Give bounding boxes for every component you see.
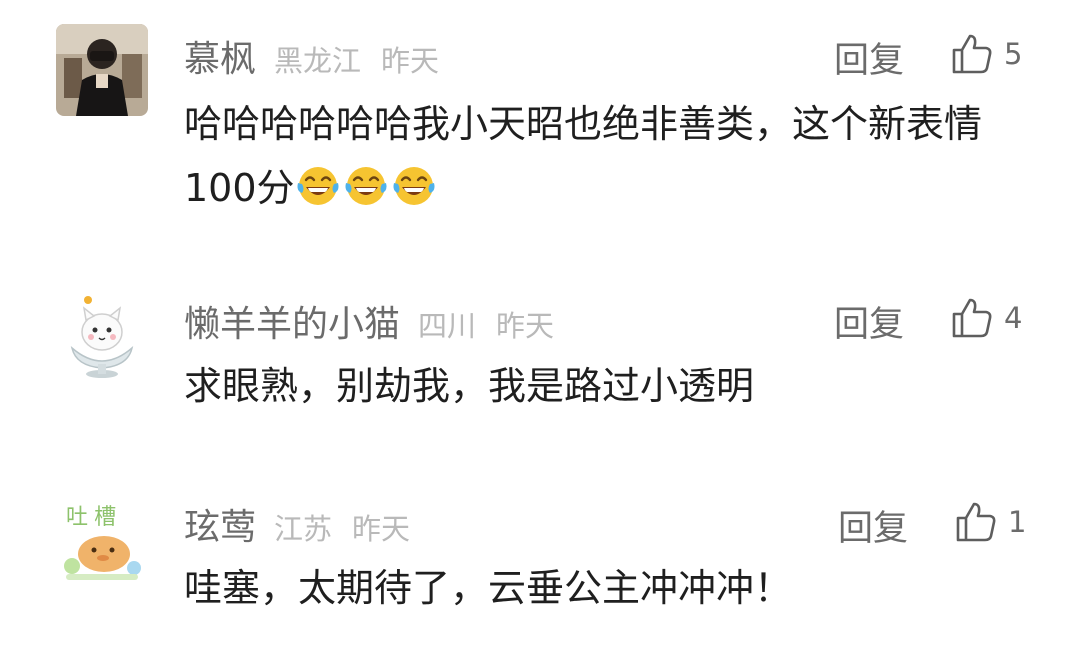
like-button[interactable]: 4: [950, 296, 1022, 340]
thumbs-up-icon: [952, 298, 992, 338]
user-region: 四川: [418, 309, 477, 343]
comment-time: 昨天: [381, 44, 440, 78]
avatar-image: [56, 24, 148, 116]
comment-meta: 玹莺 江苏 昨天: [184, 498, 430, 548]
comment-meta: 慕枫 黑龙江 昨天: [184, 30, 459, 80]
comment-time: 昨天: [352, 512, 411, 546]
avatar[interactable]: [56, 288, 148, 380]
username[interactable]: 懒羊羊的小猫: [184, 295, 400, 347]
like-count: 5: [1004, 37, 1023, 71]
reply-button[interactable]: 回复: [834, 296, 904, 347]
like-button[interactable]: 1: [954, 500, 1026, 544]
avatar-image: [56, 288, 148, 380]
comment-text: 哇塞，太期待了，云垂公主冲冲冲！: [184, 556, 1034, 620]
laughing-tears-emoji-icon: [295, 163, 341, 209]
like-count: 1: [1008, 505, 1027, 539]
avatar[interactable]: 吐 槽: [56, 492, 148, 584]
avatar-image: 吐 槽: [56, 492, 148, 584]
like-count: 4: [1004, 301, 1023, 335]
svg-text:吐 槽: 吐 槽: [66, 504, 116, 529]
comment-body: 哇塞，太期待了，云垂公主冲冲冲！: [184, 566, 793, 610]
thumbs-up-icon: [952, 34, 992, 74]
reply-button[interactable]: 回复: [834, 32, 904, 83]
username[interactable]: 玹莺: [184, 498, 256, 550]
reply-button[interactable]: 回复: [838, 500, 908, 551]
comment-meta: 懒羊羊的小猫 四川 昨天: [184, 295, 574, 345]
comment-time: 昨天: [496, 309, 555, 343]
comment-text: 哈哈哈哈哈哈我小天昭也绝非善类，这个新表情100分: [184, 92, 1034, 220]
laughing-tears-emoji-icon: [391, 163, 437, 209]
user-region: 黑龙江: [274, 44, 362, 78]
avatar[interactable]: [56, 24, 148, 116]
user-region: 江苏: [274, 512, 333, 546]
laughing-tears-emoji-icon: [343, 163, 389, 209]
thumbs-up-icon: [956, 502, 996, 542]
comment-text: 求眼熟，别劫我，我是路过小透明: [184, 354, 1034, 418]
like-button[interactable]: 5: [950, 32, 1022, 76]
username[interactable]: 慕枫: [184, 30, 256, 82]
comment-body: 求眼熟，别劫我，我是路过小透明: [184, 364, 755, 408]
